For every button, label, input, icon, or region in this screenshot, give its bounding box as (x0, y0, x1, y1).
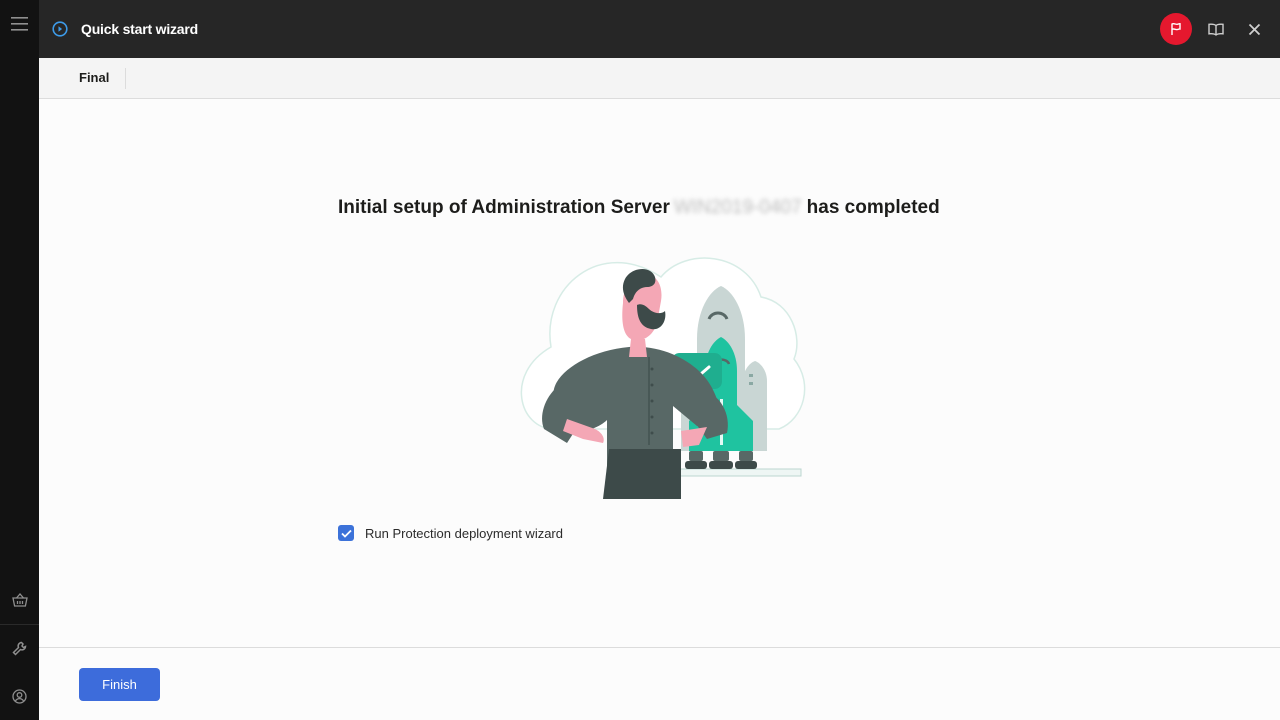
wizard-header: Quick start wizard (39, 0, 1280, 58)
wizard-content: Initial setup of Administration Server W… (39, 99, 1280, 647)
completion-illustration (520, 257, 806, 499)
basket-icon (11, 593, 28, 607)
close-icon (1248, 23, 1260, 35)
finish-button[interactable]: Finish (79, 668, 160, 701)
play-circle-icon (51, 20, 69, 38)
heading-prefix: Initial setup of Administration Server (338, 197, 670, 218)
notifications-button[interactable] (1160, 13, 1192, 45)
account-button[interactable] (0, 676, 39, 716)
help-button[interactable] (1202, 15, 1230, 43)
menu-icon (10, 17, 28, 31)
step-final[interactable]: Final (79, 70, 109, 85)
menu-button[interactable] (0, 4, 39, 44)
run-deployment-label[interactable]: Run Protection deployment wizard (365, 526, 563, 541)
user-icon (12, 688, 27, 704)
header-actions (1160, 0, 1268, 58)
wizard-steps: Final (39, 58, 1280, 99)
close-button[interactable] (1240, 15, 1268, 43)
wrench-icon (12, 641, 27, 656)
marketplace-button[interactable] (0, 580, 39, 620)
run-deployment-row: Run Protection deployment wizard (338, 525, 563, 541)
wizard-footer: Finish (39, 647, 1280, 720)
step-divider (125, 68, 126, 89)
book-icon (1208, 22, 1224, 36)
left-sidebar (0, 0, 39, 720)
server-name: WIN2019-0407 (673, 197, 802, 218)
flag-icon (1171, 22, 1181, 35)
rail-divider (0, 624, 39, 625)
completion-heading: Initial setup of Administration Server W… (338, 197, 940, 219)
run-deployment-checkbox[interactable] (338, 525, 354, 541)
wizard-title: Quick start wizard (81, 21, 198, 37)
heading-suffix: has completed (806, 197, 940, 218)
settings-button[interactable] (0, 628, 39, 668)
checkmark-icon (340, 529, 352, 538)
